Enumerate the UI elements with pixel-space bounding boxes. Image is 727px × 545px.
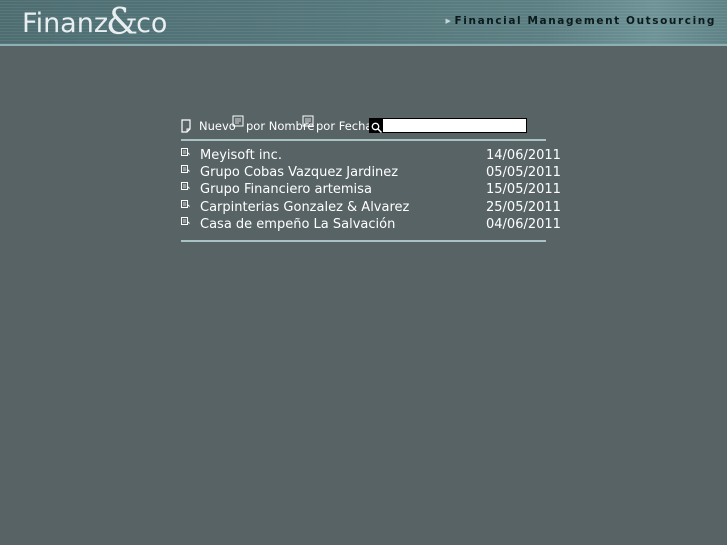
new-document-icon [181, 118, 191, 133]
triangle-icon: ▶ [445, 17, 453, 25]
site-header: Finanz&co ▶ Financial Management Outsourc… [0, 0, 727, 44]
client-date: 04/06/2011 [486, 216, 561, 232]
sort-name-icon [232, 115, 244, 127]
search-icon [371, 122, 383, 134]
document-bullet-icon [181, 199, 190, 208]
document-bullet-icon [181, 182, 190, 191]
tagline: ▶ Financial Management Outsourcing [446, 15, 716, 27]
document-bullet-icon [181, 148, 190, 156]
client-date: 14/06/2011 [486, 148, 561, 163]
search-input[interactable] [384, 119, 524, 132]
search-button[interactable] [370, 119, 383, 134]
client-name[interactable]: Meyisoft inc. [200, 147, 282, 164]
client-row[interactable]: Grupo Cobas Vazquez Jardinez 05/05/2011 [181, 164, 571, 181]
logo-text-left: Finanz [22, 8, 109, 39]
tagline-text: Financial Management Outsourcing [454, 15, 716, 27]
client-name[interactable]: Grupo Financiero artemisa [200, 181, 372, 198]
top-divider [181, 139, 546, 141]
logo-text-right: co [136, 8, 168, 39]
bottom-divider [181, 240, 546, 242]
client-row[interactable]: Carpinterias Gonzalez & Alvarez 25/05/20… [181, 199, 571, 216]
client-list: Meyisoft inc. 14/06/2011 Grupo Cobas Vaz… [181, 147, 571, 233]
client-row[interactable]: Grupo Financiero artemisa 15/05/2011 [181, 181, 571, 198]
new-label: Nuevo [199, 118, 236, 133]
sort-by-date-button[interactable]: por Fecha [302, 115, 373, 134]
client-name[interactable]: Carpinterias Gonzalez & Alvarez [200, 199, 409, 216]
client-date: 05/05/2011 [486, 165, 561, 181]
client-row[interactable]: Casa de empeño La Salvación 04/06/2011 [181, 216, 571, 233]
finanzco-logo[interactable]: Finanz&co [22, 3, 167, 43]
by-date-label: por Fecha [316, 118, 373, 133]
client-date: 15/05/2011 [486, 182, 561, 198]
sort-date-icon [302, 115, 314, 127]
client-name[interactable]: Grupo Cobas Vazquez Jardinez [200, 164, 398, 181]
client-date: 25/05/2011 [486, 199, 561, 215]
logo-text-amp: & [106, 2, 139, 43]
search-field [369, 118, 527, 134]
document-bullet-icon [181, 216, 190, 225]
document-bullet-icon [181, 165, 190, 174]
new-button[interactable]: Nuevo [180, 117, 236, 134]
client-name[interactable]: Casa de empeño La Salvación [200, 216, 395, 233]
header-divider [0, 44, 727, 46]
client-row[interactable]: Meyisoft inc. 14/06/2011 [181, 147, 571, 164]
